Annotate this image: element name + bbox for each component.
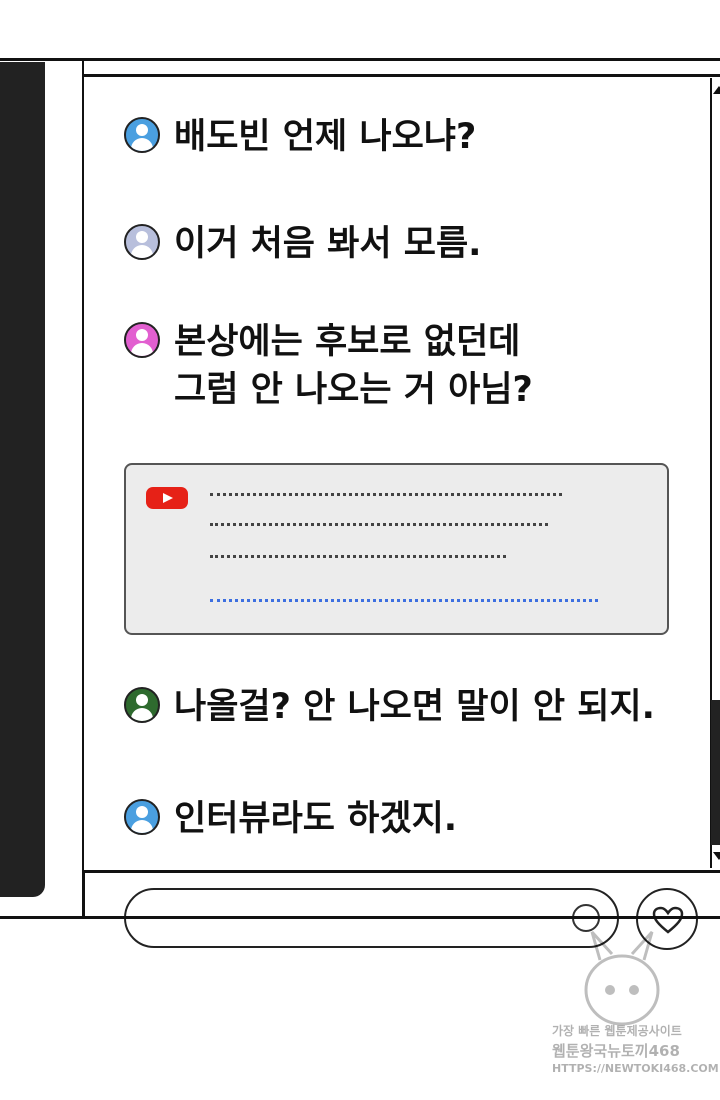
user-avatar-icon[interactable] bbox=[124, 322, 160, 358]
youtube-link-card[interactable] bbox=[124, 463, 669, 635]
phone-top-bezel bbox=[84, 61, 720, 74]
placeholder-text-line bbox=[210, 555, 506, 558]
user-avatar-icon[interactable] bbox=[124, 117, 160, 153]
comment-text: 인터뷰라도 하겠지. bbox=[174, 799, 458, 839]
comment-text: 나올걸? 안 나오면 말이 안 되지. bbox=[174, 687, 655, 727]
comment-item: 이거 처음 봐서 모름. bbox=[124, 220, 481, 268]
comment-item: 본상에는 후보로 없던데 그럼 안 나오는 거 아님? bbox=[124, 318, 533, 414]
watermark-line2: 웹툰왕국뉴토끼468 bbox=[552, 1042, 680, 1060]
panel-bottom-border bbox=[0, 916, 720, 919]
watermark-line1: 가장 빠른 웹툰제공사이트 bbox=[552, 1024, 682, 1038]
scroll-down-arrow-icon[interactable] bbox=[713, 852, 720, 860]
user-avatar-icon[interactable] bbox=[124, 687, 160, 723]
youtube-icon bbox=[146, 487, 188, 509]
user-avatar-icon[interactable] bbox=[124, 799, 160, 835]
comment-item: 배도빈 언제 나오냐? bbox=[124, 113, 476, 161]
placeholder-link-line[interactable] bbox=[210, 599, 598, 602]
screen-bottom-border bbox=[84, 870, 720, 873]
comment-item: 인터뷰라도 하겠지. bbox=[124, 795, 457, 843]
scrollbar-thumb[interactable] bbox=[711, 700, 720, 845]
comment-text: 배도빈 언제 나오냐? bbox=[174, 117, 477, 157]
comment-text: 이거 처음 봐서 모름. bbox=[174, 224, 482, 264]
placeholder-text-line bbox=[210, 523, 548, 526]
placeholder-text-line bbox=[210, 493, 562, 496]
phone-dark-edge bbox=[0, 62, 45, 897]
scroll-up-arrow-icon[interactable] bbox=[713, 86, 720, 94]
comment-item: 나올걸? 안 나오면 말이 안 되지. bbox=[124, 683, 655, 731]
user-avatar-icon[interactable] bbox=[124, 224, 160, 260]
watermark-line3: HTTPS://NEWTOKI468.COM bbox=[552, 1062, 719, 1075]
comment-text: 본상에는 후보로 없던데 그럼 안 나오는 거 아님? bbox=[174, 322, 533, 410]
